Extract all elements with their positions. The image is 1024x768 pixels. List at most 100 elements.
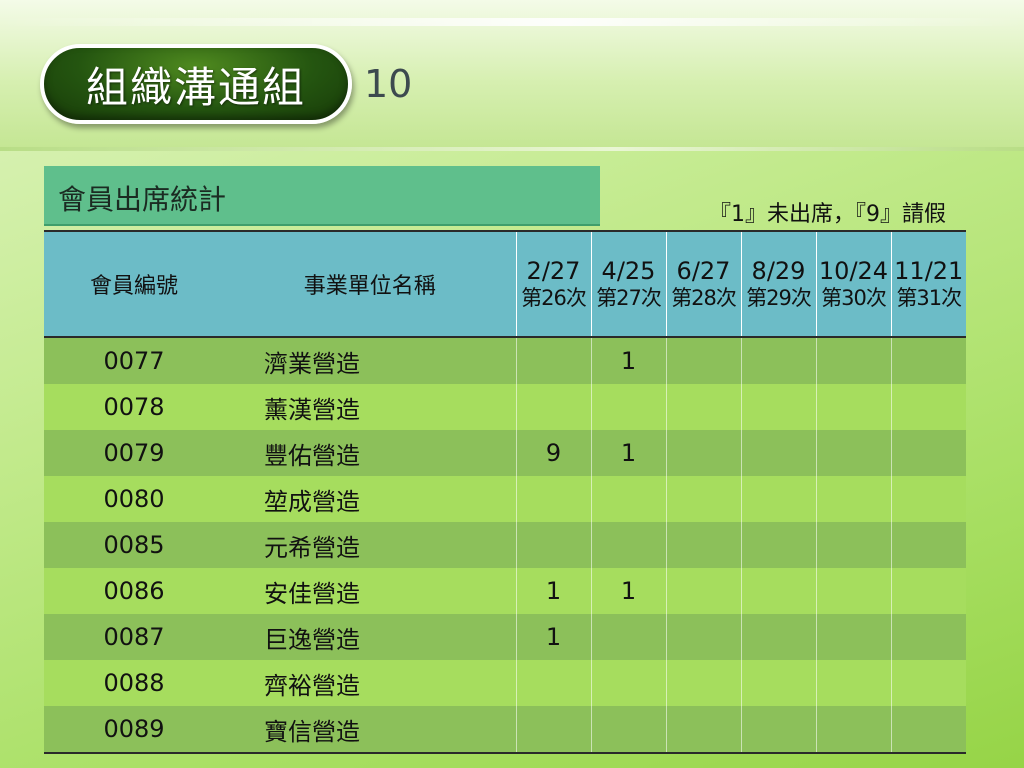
- attendance-cell: [890, 337, 966, 384]
- member-id-cell: 0085: [44, 522, 224, 568]
- attendance-cell: [815, 614, 891, 660]
- attendance-cell: [665, 522, 741, 568]
- attendance-cell: [740, 384, 816, 430]
- attendance-cell: [665, 430, 741, 476]
- attendance-cell: [665, 337, 741, 384]
- attendance-cell: [740, 614, 816, 660]
- attendance-cell: [665, 568, 741, 614]
- attendance-cell: [665, 706, 741, 754]
- attendance-cell: [515, 522, 591, 568]
- meeting-date: 4/25: [601, 257, 656, 285]
- slide-title-badge: 組織溝通組: [40, 44, 352, 124]
- attendance-cell: [665, 614, 741, 660]
- meeting-session: 第29次: [746, 286, 812, 310]
- column-header-meeting: 8/29 第29次: [740, 230, 816, 338]
- table-row: 0085 元希營造: [44, 522, 966, 568]
- company-name-cell: 堃成營造: [224, 476, 516, 522]
- attendance-cell: [590, 706, 666, 754]
- member-id-cell: 0087: [44, 614, 224, 660]
- slide-title: 組織溝通組: [85, 62, 306, 112]
- member-id-cell: 0079: [44, 430, 224, 476]
- member-id-cell: 0077: [44, 337, 224, 384]
- attendance-cell: [890, 476, 966, 522]
- attendance-cell: [665, 384, 741, 430]
- column-header-meeting: 2/27 第26次: [515, 230, 591, 338]
- meeting-session: 第27次: [596, 286, 662, 310]
- meeting-session: 第28次: [671, 286, 737, 310]
- meeting-date: 6/27: [676, 257, 731, 285]
- column-header-meeting: 11/21 第31次: [890, 230, 966, 338]
- attendance-cell: [890, 614, 966, 660]
- header-glow-decoration: [0, 18, 1024, 26]
- meeting-session: 第26次: [521, 286, 587, 310]
- attendance-cell: [890, 660, 966, 706]
- attendance-cell: [815, 522, 891, 568]
- company-name-cell: 寶信營造: [224, 706, 516, 754]
- attendance-cell: [740, 660, 816, 706]
- meeting-date: 8/29: [751, 257, 806, 285]
- attendance-cell: [890, 522, 966, 568]
- table-row: 0088 齊裕營造: [44, 660, 966, 706]
- meeting-session: 第30次: [821, 286, 887, 310]
- attendance-cell: [740, 430, 816, 476]
- table-row: 0078 薰漢營造: [44, 384, 966, 430]
- attendance-legend: 『1』未出席，『9』請假: [709, 202, 946, 227]
- attendance-cell: [815, 384, 891, 430]
- attendance-cell: 1: [515, 614, 591, 660]
- attendance-cell: 9: [515, 430, 591, 476]
- table-row: 0079 豐佑營造 9 1: [44, 430, 966, 476]
- attendance-cell: 1: [515, 568, 591, 614]
- company-name-cell: 安佳營造: [224, 568, 516, 614]
- table-row: 0077 濟業營造 1: [44, 337, 966, 384]
- attendance-cell: [590, 522, 666, 568]
- page-number: 10: [364, 62, 413, 106]
- attendance-cell: [665, 660, 741, 706]
- member-id-cell: 0078: [44, 384, 224, 430]
- attendance-cell: [890, 568, 966, 614]
- attendance-cell: [665, 476, 741, 522]
- attendance-cell: [515, 660, 591, 706]
- column-header-meeting: 6/27 第28次: [665, 230, 741, 338]
- attendance-cell: [815, 568, 891, 614]
- company-name-cell: 薰漢營造: [224, 384, 516, 430]
- attendance-cell: [740, 476, 816, 522]
- company-name-cell: 濟業營造: [224, 337, 516, 384]
- attendance-cell: [515, 476, 591, 522]
- column-header-member-id: 會員編號: [44, 230, 224, 338]
- meeting-date: 10/24: [818, 257, 889, 285]
- company-name-cell: 巨逸營造: [224, 614, 516, 660]
- attendance-cell: [815, 476, 891, 522]
- attendance-cell: [740, 568, 816, 614]
- attendance-cell: 1: [590, 430, 666, 476]
- attendance-cell: [590, 660, 666, 706]
- member-id-cell: 0080: [44, 476, 224, 522]
- company-name-cell: 元希營造: [224, 522, 516, 568]
- attendance-cell: [590, 614, 666, 660]
- attendance-cell: [515, 337, 591, 384]
- member-id-cell: 0088: [44, 660, 224, 706]
- member-id-cell: 0089: [44, 706, 224, 754]
- company-name-cell: 齊裕營造: [224, 660, 516, 706]
- attendance-cell: [590, 476, 666, 522]
- column-header-meeting: 4/25 第27次: [590, 230, 666, 338]
- attendance-cell: [740, 706, 816, 754]
- table-row: 0086 安佳營造 1 1: [44, 568, 966, 614]
- meeting-date: 11/21: [894, 257, 964, 285]
- attendance-cell: [515, 706, 591, 754]
- attendance-cell: [890, 384, 966, 430]
- table-row: 0089 寶信營造: [44, 706, 966, 754]
- attendance-cell: [740, 337, 816, 384]
- header-divider: [0, 147, 1024, 151]
- attendance-cell: [815, 706, 891, 754]
- attendance-cell: [890, 706, 966, 754]
- table-row: 0087 巨逸營造 1: [44, 614, 966, 660]
- attendance-cell: [815, 337, 891, 384]
- meeting-session: 第31次: [896, 286, 962, 310]
- attendance-cell: [590, 384, 666, 430]
- attendance-cell: 1: [590, 337, 666, 384]
- attendance-cell: [890, 430, 966, 476]
- attendance-cell: 1: [590, 568, 666, 614]
- attendance-cell: [740, 522, 816, 568]
- attendance-table: 會員編號 事業單位名稱 2/27 第26次 4/25 第27次 6/27 第28次 8…: [44, 230, 966, 754]
- table-row: 0080 堃成營造: [44, 476, 966, 522]
